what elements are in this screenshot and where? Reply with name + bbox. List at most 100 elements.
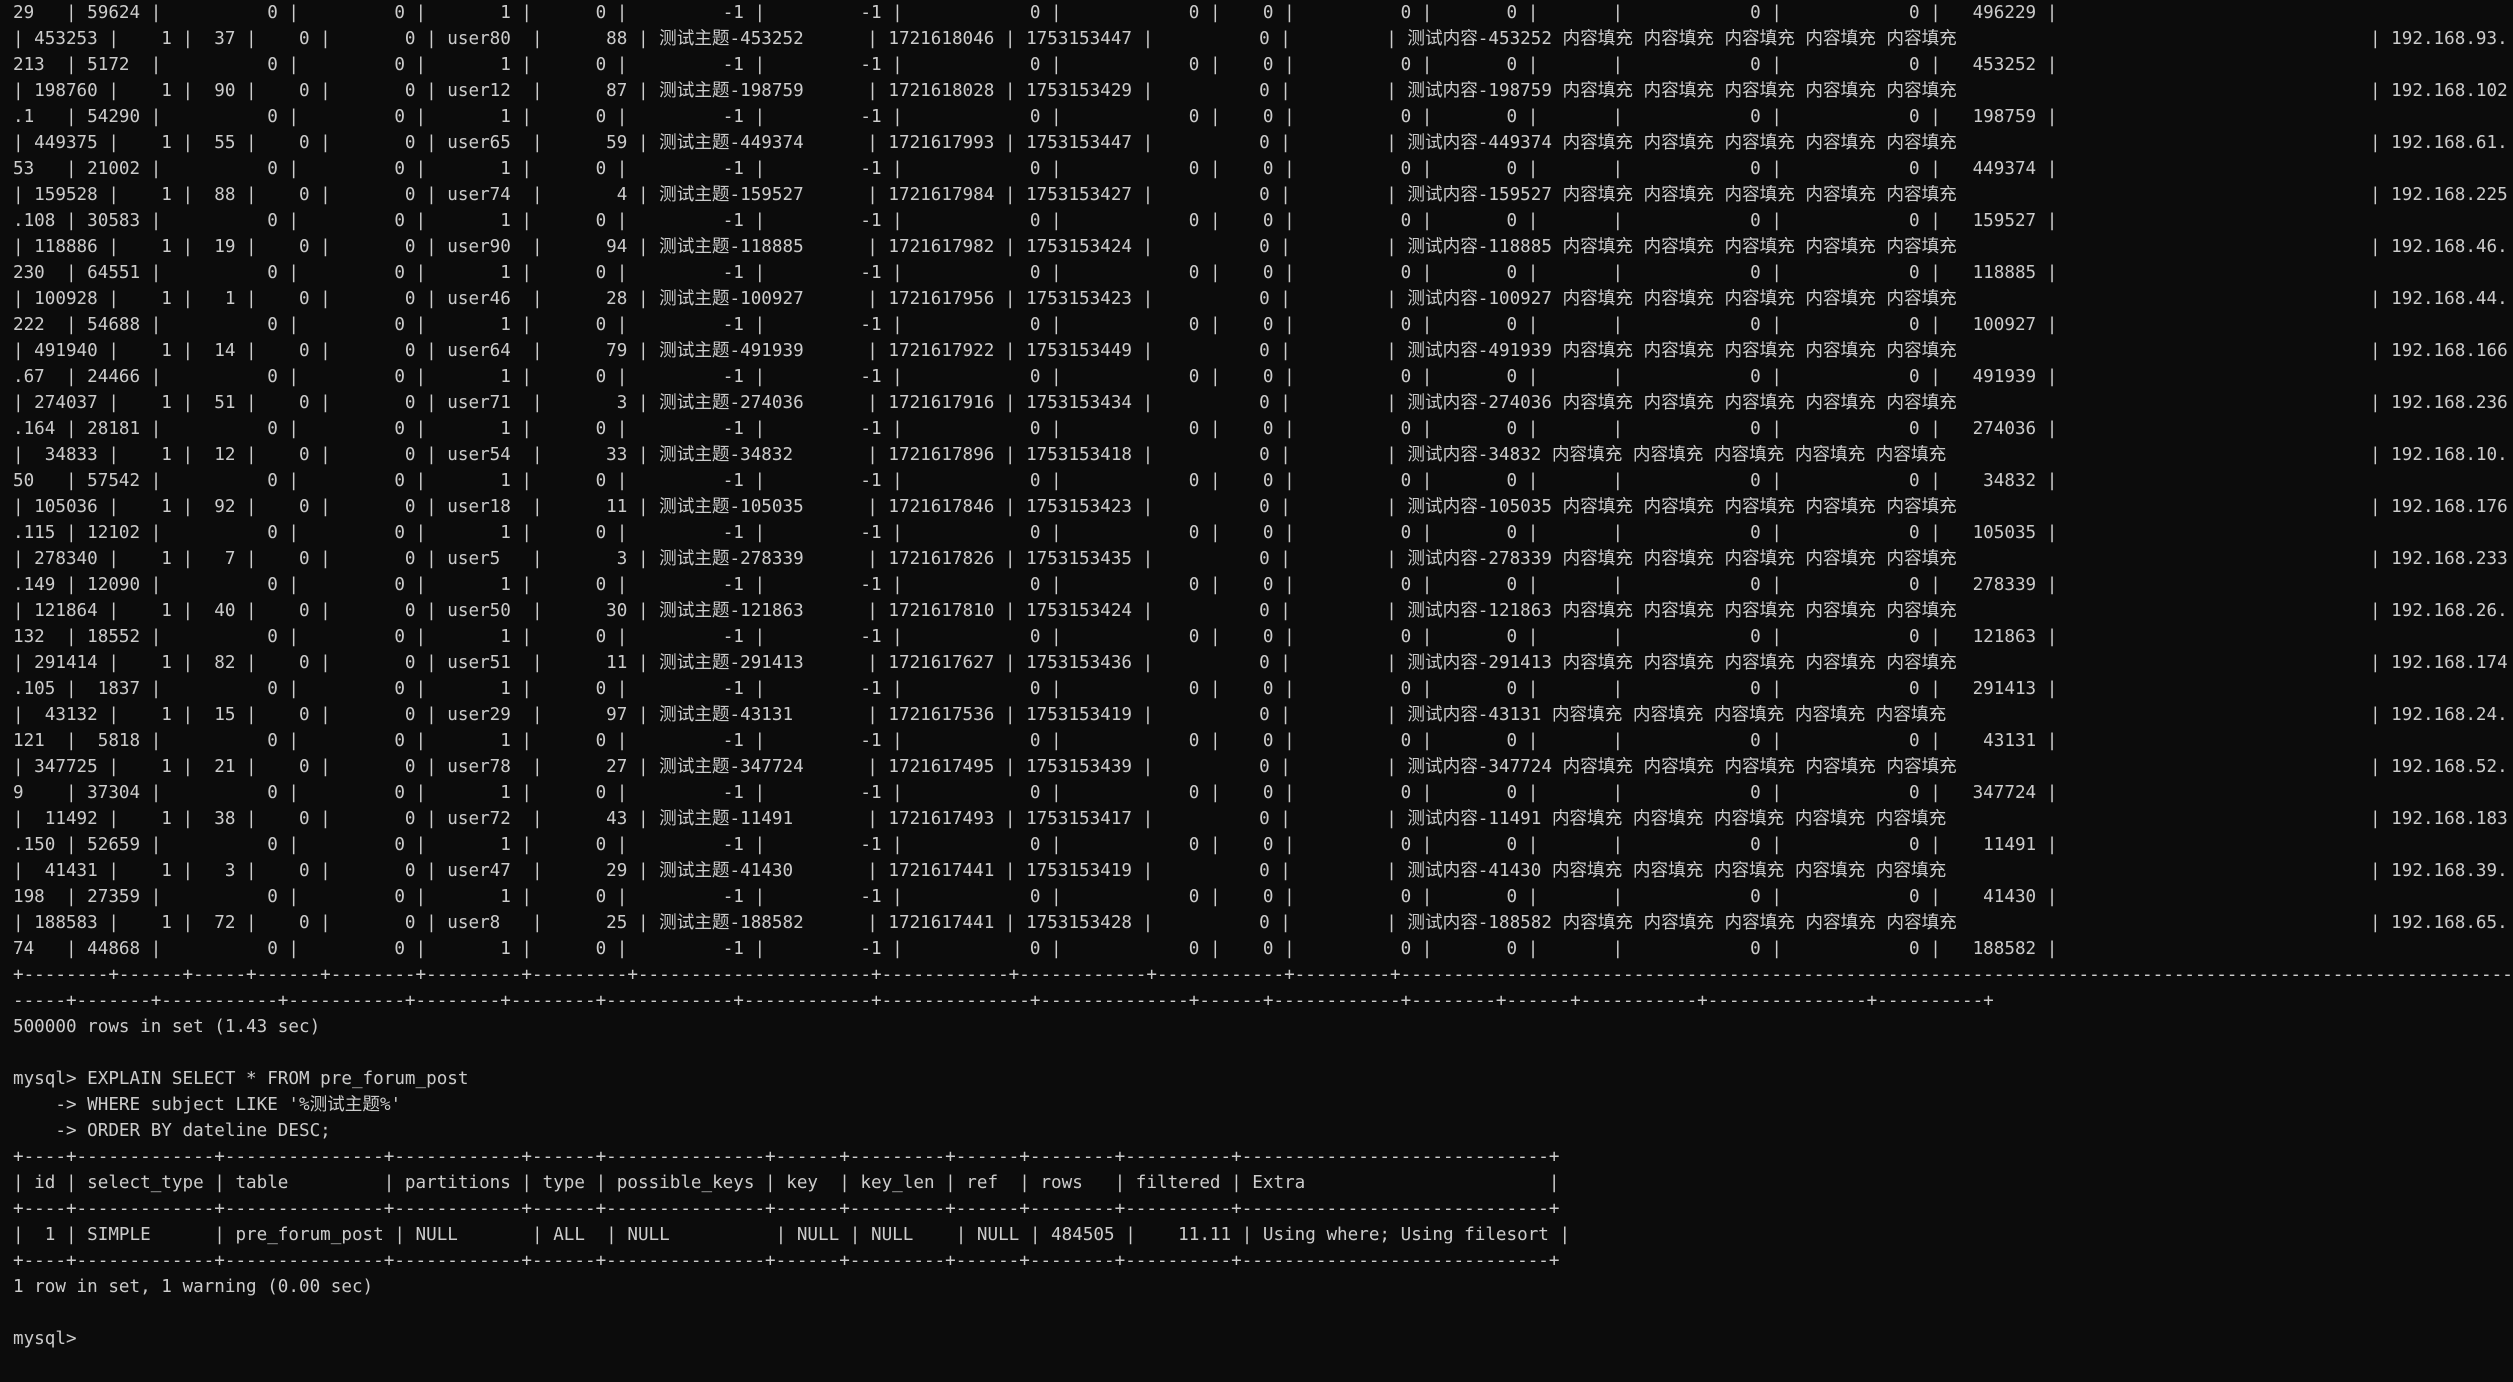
row-cells: 0 | 0 | 1 | 0 | -1 | -1 | 0 | 0 | 0 | 0 … xyxy=(161,679,2058,699)
row-lead-cells: | 491940 | 1 | 14 | xyxy=(13,341,257,361)
row-cells: 0 | 0 | user90 | 94 | 测试主题-118885 | 1721… xyxy=(256,237,1957,257)
mysql-prompt[interactable]: mysql> xyxy=(13,1326,2513,1352)
table-row-continuation: 222 | 54688 | 0 | 0 | 1 | 0 | -1 | -1 | … xyxy=(13,312,2513,338)
row-cells: 0 | 0 | user80 | 88 | 测试主题-453252 | 1721… xyxy=(256,29,1957,49)
prompt-text: mysql> xyxy=(13,1329,88,1349)
table-row: | 198760 | 1 | 90 | 0 | 0 | user12 | 87 … xyxy=(13,78,2513,104)
row-lead-cells: | 449375 | 1 | 55 | xyxy=(13,133,257,153)
row-ip-cell: | 192.168.174 xyxy=(2370,653,2508,673)
row-cells: 0 | 0 | 1 | 0 | -1 | -1 | 0 | 0 | 0 | 0 … xyxy=(161,159,2058,179)
table-row: | 121864 | 1 | 40 | 0 | 0 | user50 | 30 … xyxy=(13,598,2513,624)
explain-summary: 1 row in set, 1 warning (0.00 sec) xyxy=(13,1277,374,1297)
row-cells: 0 | 0 | user71 | 3 | 测试主题-274036 | 17216… xyxy=(256,393,1957,413)
row-ip-cell: | 192.168.236 xyxy=(2370,393,2508,413)
row-lead-cells: | 41431 | 1 | 3 | xyxy=(13,861,257,881)
row-cells: 0 | 0 | 1 | 0 | -1 | -1 | 0 | 0 | 0 | 0 … xyxy=(161,471,2058,491)
table-row-continuation: .67 | 24466 | 0 | 0 | 1 | 0 | -1 | -1 | … xyxy=(13,364,2513,390)
table-row-continuation: 213 | 5172 | 0 | 0 | 1 | 0 | -1 | -1 | 0… xyxy=(13,52,2513,78)
row-cells: 0 | 0 | 1 | 0 | -1 | -1 | 0 | 0 | 0 | 0 … xyxy=(161,835,2058,855)
table-row-continuation: .108 | 30583 | 0 | 0 | 1 | 0 | -1 | -1 |… xyxy=(13,208,2513,234)
row-cells: 0 | 0 | 1 | 0 | -1 | -1 | 0 | 0 | 0 | 0 … xyxy=(161,419,2058,439)
row-lead-cells: .149 | 12090 | xyxy=(13,575,162,595)
result-table-bottom-border: +--------+------+-----+------+--------+-… xyxy=(13,965,2513,985)
row-lead-cells: 121 | 5818 | xyxy=(13,731,162,751)
row-cells: 0 | 0 | 1 | 0 | -1 | -1 | 0 | 0 | 0 | 0 … xyxy=(161,211,2058,231)
table-row: | 453253 | 1 | 37 | 0 | 0 | user80 | 88 … xyxy=(13,26,2513,52)
row-cells: 0 | 0 | user12 | 87 | 测试主题-198759 | 1721… xyxy=(256,81,1957,101)
row-lead-cells: .164 | 28181 | xyxy=(13,419,162,439)
row-ip-cell: | 192.168.39. xyxy=(2370,861,2508,881)
table-row-continuation: .115 | 12102 | 0 | 0 | 1 | 0 | -1 | -1 |… xyxy=(13,520,2513,546)
row-lead-cells: .115 | 12102 | xyxy=(13,523,162,543)
row-cells: 0 | 0 | 1 | 0 | -1 | -1 | 0 | 0 | 0 | 0 … xyxy=(161,939,2058,959)
row-cells: 0 | 0 | user18 | 11 | 测试主题-105035 | 1721… xyxy=(256,497,1957,517)
row-lead-cells: 50 | 57542 | xyxy=(13,471,162,491)
row-ip-cell: | 192.168.10. xyxy=(2370,445,2508,465)
table-row: | 41431 | 1 | 3 | 0 | 0 | user47 | 29 | … xyxy=(13,858,2513,884)
table-row: | 34833 | 1 | 12 | 0 | 0 | user54 | 33 |… xyxy=(13,442,2513,468)
row-lead-cells: | 453253 | 1 | 37 | xyxy=(13,29,257,49)
row-lead-cells: 132 | 18552 | xyxy=(13,627,162,647)
row-lead-cells: .150 | 52659 | xyxy=(13,835,162,855)
row-cells: 0 | 0 | user65 | 59 | 测试主题-449374 | 1721… xyxy=(256,133,1957,153)
query-line-1: mysql> EXPLAIN SELECT * FROM pre_forum_p… xyxy=(13,1069,469,1089)
row-lead-cells: 198 | 27359 | xyxy=(13,887,162,907)
row-ip-cell: | 192.168.24. xyxy=(2370,705,2508,725)
row-lead-cells: 222 | 54688 | xyxy=(13,315,162,335)
query-line-3: -> ORDER BY dateline DESC; xyxy=(13,1121,331,1141)
row-lead-cells: | 11492 | 1 | 38 | xyxy=(13,809,257,829)
table-row-continuation: 53 | 21002 | 0 | 0 | 1 | 0 | -1 | -1 | 0… xyxy=(13,156,2513,182)
table-row-continuation: .150 | 52659 | 0 | 0 | 1 | 0 | -1 | -1 |… xyxy=(13,832,2513,858)
row-lead-cells: 213 | 5172 | xyxy=(13,55,162,75)
row-lead-cells: | 274037 | 1 | 51 | xyxy=(13,393,257,413)
table-row: | 278340 | 1 | 7 | 0 | 0 | user5 | 3 | 测… xyxy=(13,546,2513,572)
row-ip-cell: | 192.168.65. xyxy=(2370,913,2508,933)
row-ip-cell: | 192.168.61. xyxy=(2370,133,2508,153)
result-table-bottom-border-wrap: -----+-------+-----------+-----------+--… xyxy=(13,991,1994,1011)
row-cells: 0 | 0 | user64 | 79 | 测试主题-491939 | 1721… xyxy=(256,341,1957,361)
row-cells: 0 | 0 | 1 | 0 | -1 | -1 | 0 | 0 | 0 | 0 … xyxy=(161,263,2058,283)
query-result-rows: 29 | 59624 | 0 | 0 | 1 | 0 | -1 | -1 | 0… xyxy=(13,0,2513,962)
table-row-continuation: 132 | 18552 | 0 | 0 | 1 | 0 | -1 | -1 | … xyxy=(13,624,2513,650)
table-row-continuation: 9 | 37304 | 0 | 0 | 1 | 0 | -1 | -1 | 0 … xyxy=(13,780,2513,806)
row-lead-cells: 53 | 21002 | xyxy=(13,159,162,179)
terminal-window[interactable]: 29 | 59624 | 0 | 0 | 1 | 0 | -1 | -1 | 0… xyxy=(0,0,2513,1382)
explain-table-row: | 1 | SIMPLE | pre_forum_post | NULL | A… xyxy=(13,1225,1571,1245)
row-cells: 0 | 0 | 1 | 0 | -1 | -1 | 0 | 0 | 0 | 0 … xyxy=(161,367,2058,387)
row-ip-cell: | 192.168.26. xyxy=(2370,601,2508,621)
row-lead-cells: | 118886 | 1 | 19 | xyxy=(13,237,257,257)
row-cells: 0 | 0 | 1 | 0 | -1 | -1 | 0 | 0 | 0 | 0 … xyxy=(161,627,2058,647)
table-row-continuation: 50 | 57542 | 0 | 0 | 1 | 0 | -1 | -1 | 0… xyxy=(13,468,2513,494)
row-ip-cell: | 192.168.102 xyxy=(2370,81,2508,101)
query-line-2: -> WHERE subject LIKE '%测试主题%' xyxy=(13,1095,402,1115)
table-row: | 105036 | 1 | 92 | 0 | 0 | user18 | 11 … xyxy=(13,494,2513,520)
table-row: | 274037 | 1 | 51 | 0 | 0 | user71 | 3 |… xyxy=(13,390,2513,416)
row-lead-cells: | 100928 | 1 | 1 | xyxy=(13,289,257,309)
table-row-continuation: 230 | 64551 | 0 | 0 | 1 | 0 | -1 | -1 | … xyxy=(13,260,2513,286)
row-lead-cells: 74 | 44868 | xyxy=(13,939,162,959)
row-cells: 0 | 0 | 1 | 0 | -1 | -1 | 0 | 0 | 0 | 0 … xyxy=(161,575,2058,595)
row-lead-cells: 230 | 64551 | xyxy=(13,263,162,283)
row-lead-cells: | 291414 | 1 | 82 | xyxy=(13,653,257,673)
row-lead-cells: | 34833 | 1 | 12 | xyxy=(13,445,257,465)
row-lead-cells: | 43132 | 1 | 15 | xyxy=(13,705,257,725)
row-cells: 0 | 0 | user29 | 97 | 测试主题-43131 | 17216… xyxy=(256,705,1947,725)
row-lead-cells: .108 | 30583 | xyxy=(13,211,162,231)
row-cells: 0 | 0 | 1 | 0 | -1 | -1 | 0 | 0 | 0 | 0 … xyxy=(161,523,2058,543)
row-lead-cells: 9 | 37304 | xyxy=(13,783,162,803)
row-lead-cells: | 159528 | 1 | 88 | xyxy=(13,185,257,205)
table-row-continuation: 29 | 59624 | 0 | 0 | 1 | 0 | -1 | -1 | 0… xyxy=(13,0,2513,26)
table-row: | 347725 | 1 | 21 | 0 | 0 | user78 | 27 … xyxy=(13,754,2513,780)
row-cells: 0 | 0 | 1 | 0 | -1 | -1 | 0 | 0 | 0 | 0 … xyxy=(161,3,2058,23)
row-ip-cell: | 192.168.93. xyxy=(2370,29,2508,49)
table-row: | 100928 | 1 | 1 | 0 | 0 | user46 | 28 |… xyxy=(13,286,2513,312)
row-cells: 0 | 0 | user78 | 27 | 测试主题-347724 | 1721… xyxy=(256,757,1957,777)
table-row: | 159528 | 1 | 88 | 0 | 0 | user74 | 4 |… xyxy=(13,182,2513,208)
table-row: | 11492 | 1 | 38 | 0 | 0 | user72 | 43 |… xyxy=(13,806,2513,832)
table-row: | 291414 | 1 | 82 | 0 | 0 | user51 | 11 … xyxy=(13,650,2513,676)
row-cells: 0 | 0 | user50 | 30 | 测试主题-121863 | 1721… xyxy=(256,601,1957,621)
row-cells: 0 | 0 | user74 | 4 | 测试主题-159527 | 17216… xyxy=(256,185,1957,205)
row-cells: 0 | 0 | 1 | 0 | -1 | -1 | 0 | 0 | 0 | 0 … xyxy=(161,783,2058,803)
